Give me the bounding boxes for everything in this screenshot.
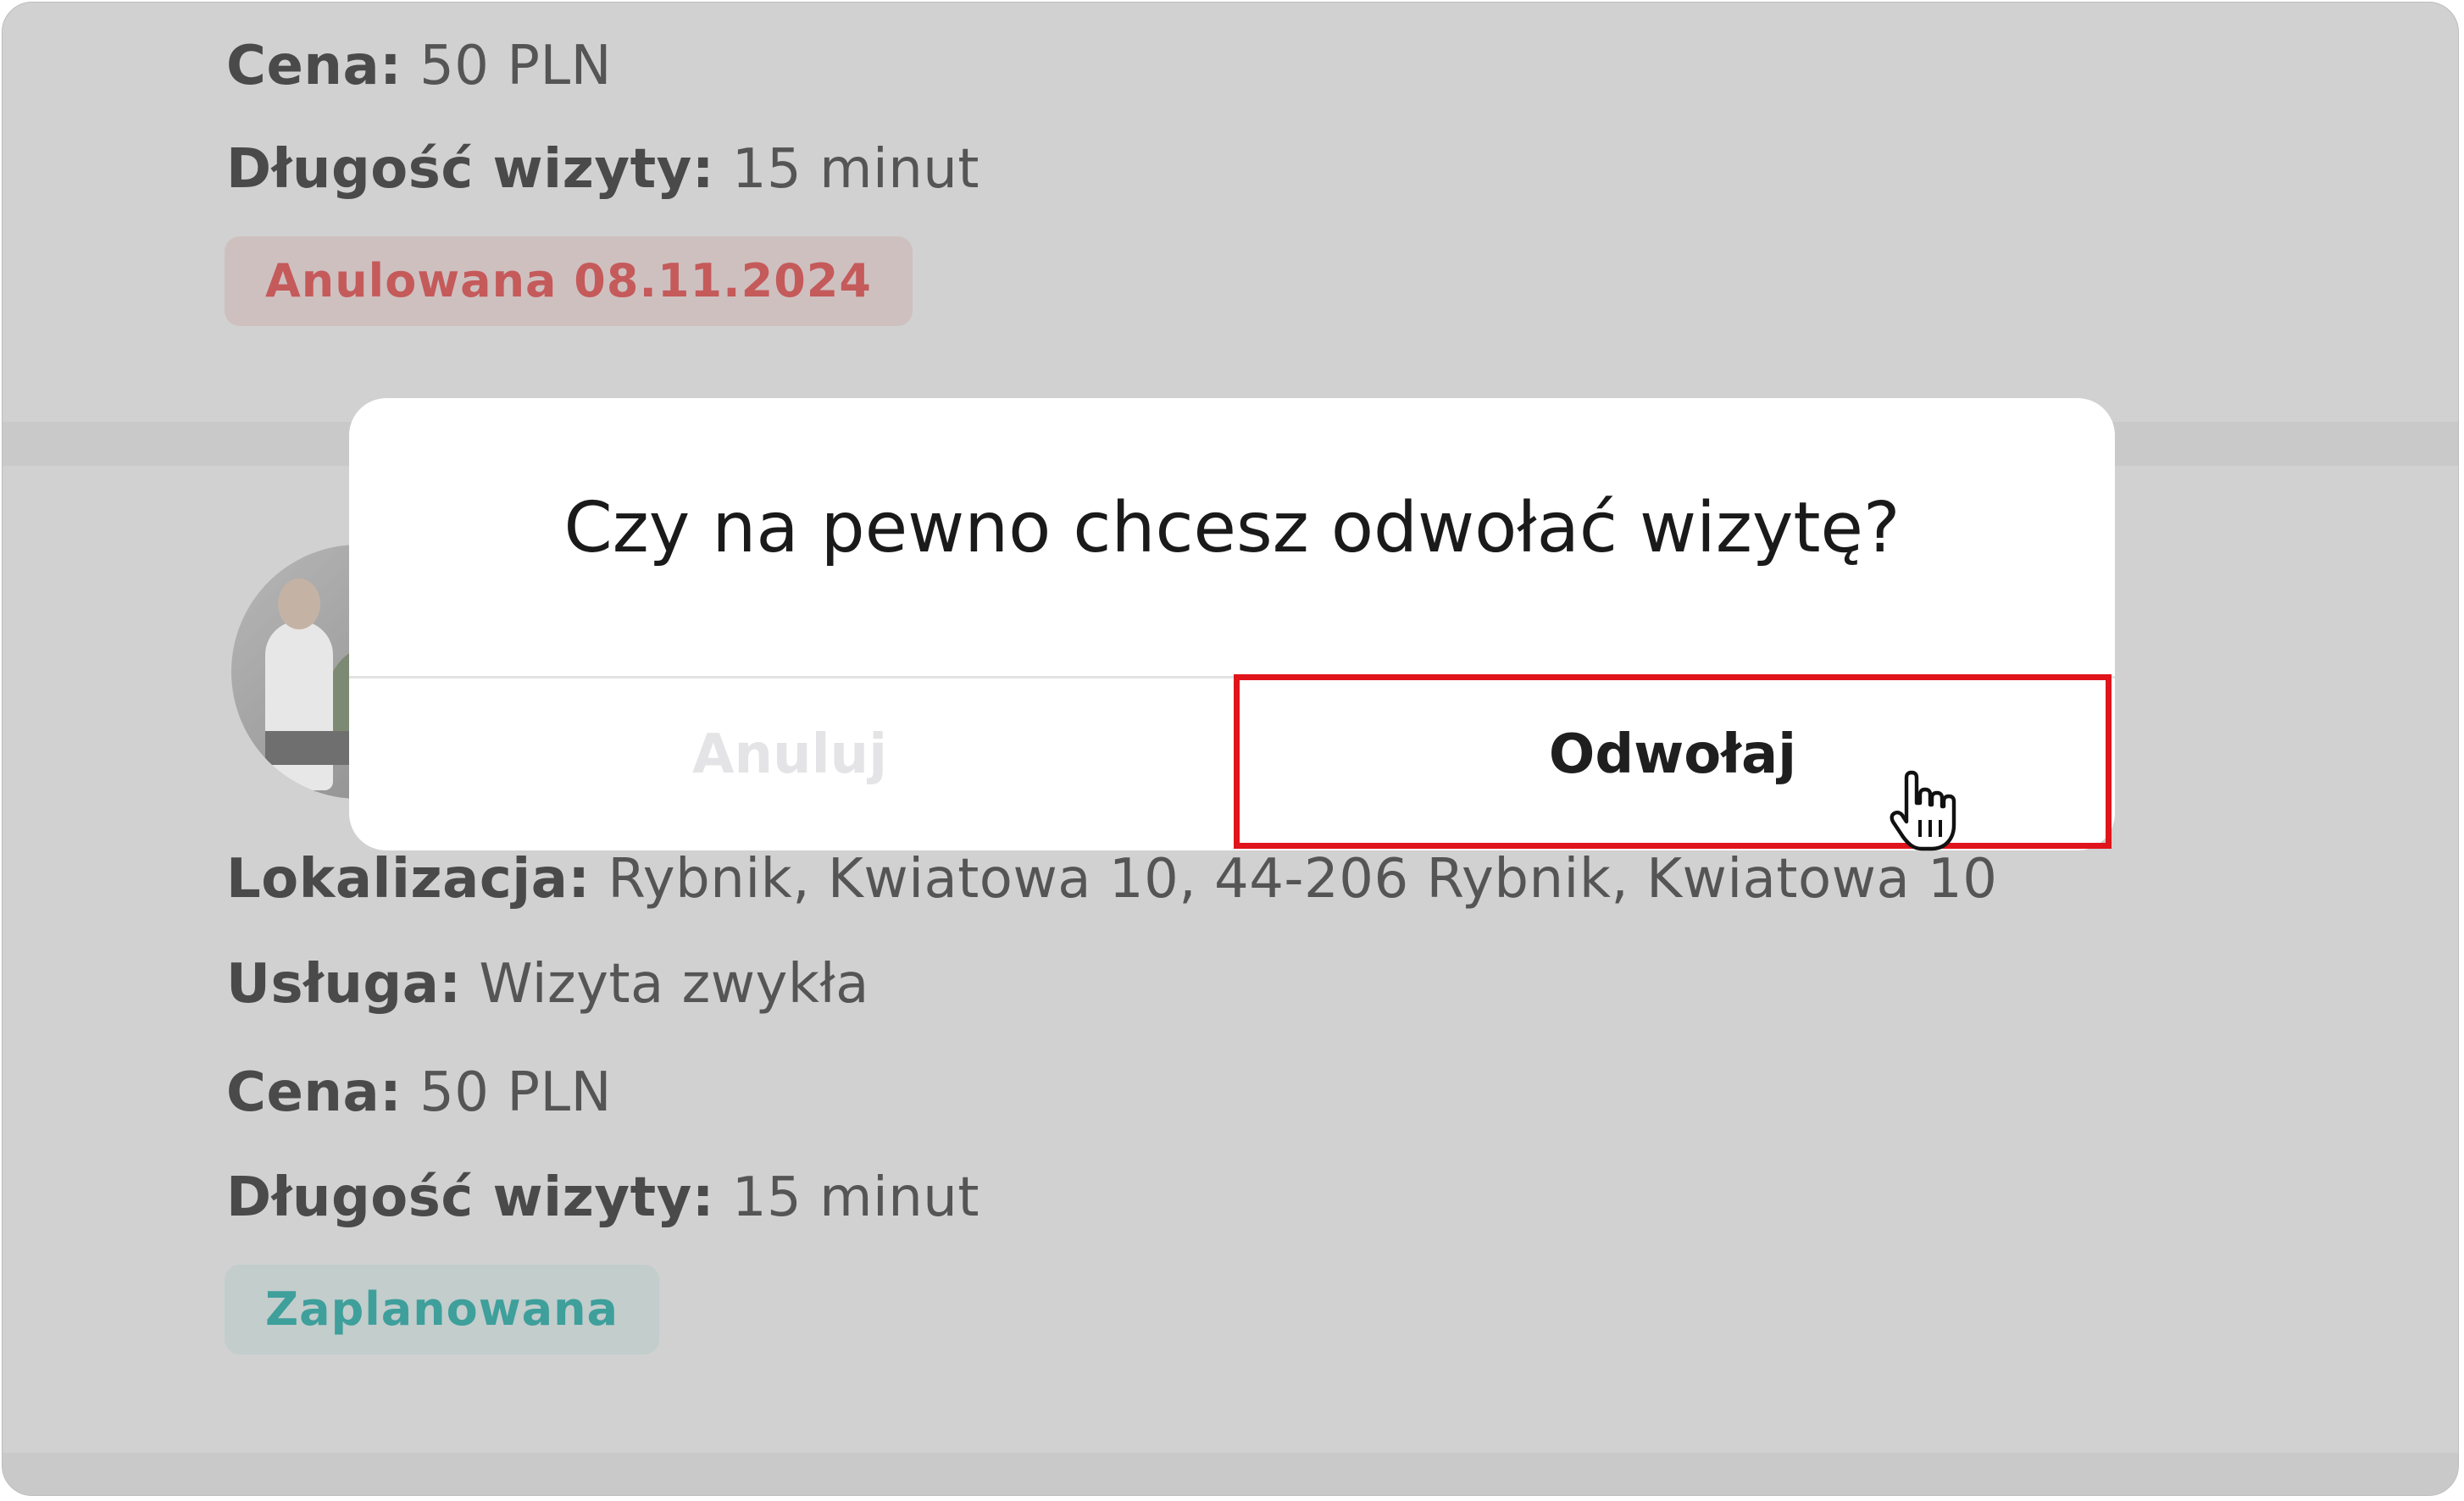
location-value: Rybnik, Kwiatowa 10, 44-206 Rybnik, Kwia… bbox=[608, 848, 1998, 911]
service-row: Usługa: Wizyta zwykła bbox=[226, 953, 869, 1016]
price-value: 50 PLN bbox=[419, 35, 612, 97]
card-separator bbox=[3, 1453, 2458, 1495]
price-label: Cena: bbox=[226, 1061, 402, 1124]
status-badge: Anulowana 08.11.2024 bbox=[225, 236, 913, 326]
duration-value: 15 minut bbox=[731, 1166, 979, 1229]
duration-label: Długość wizyty: bbox=[226, 1166, 714, 1229]
hand-pointer-icon bbox=[1890, 770, 1956, 851]
duration-row: Długość wizyty: 15 minut bbox=[226, 1166, 979, 1229]
duration-label: Długość wizyty: bbox=[226, 138, 714, 201]
service-value: Wizyta zwykła bbox=[479, 953, 869, 1016]
price-value: 50 PLN bbox=[419, 1061, 612, 1124]
price-row: Cena: 50 PLN bbox=[226, 1061, 612, 1124]
appointment-card-cancelled: Cena: 50 PLN Długość wizyty: 15 minut An… bbox=[3, 3, 2458, 422]
duration-value: 15 minut bbox=[731, 138, 979, 201]
highlight-box bbox=[1234, 674, 2112, 849]
location-row: Lokalizacja: Rybnik, Kwiatowa 10, 44-206… bbox=[226, 848, 1997, 911]
price-label: Cena: bbox=[226, 35, 402, 97]
status-badge: Zaplanowana bbox=[225, 1265, 659, 1354]
dialog-question: Czy na pewno chcesz odwołać wizytę? bbox=[563, 488, 1901, 568]
service-label: Usługa: bbox=[226, 953, 462, 1016]
duration-row: Długość wizyty: 15 minut bbox=[226, 138, 979, 201]
location-label: Lokalizacja: bbox=[226, 848, 591, 911]
price-row: Cena: 50 PLN bbox=[226, 35, 612, 97]
cancel-button[interactable]: Anuluj bbox=[349, 678, 1230, 850]
